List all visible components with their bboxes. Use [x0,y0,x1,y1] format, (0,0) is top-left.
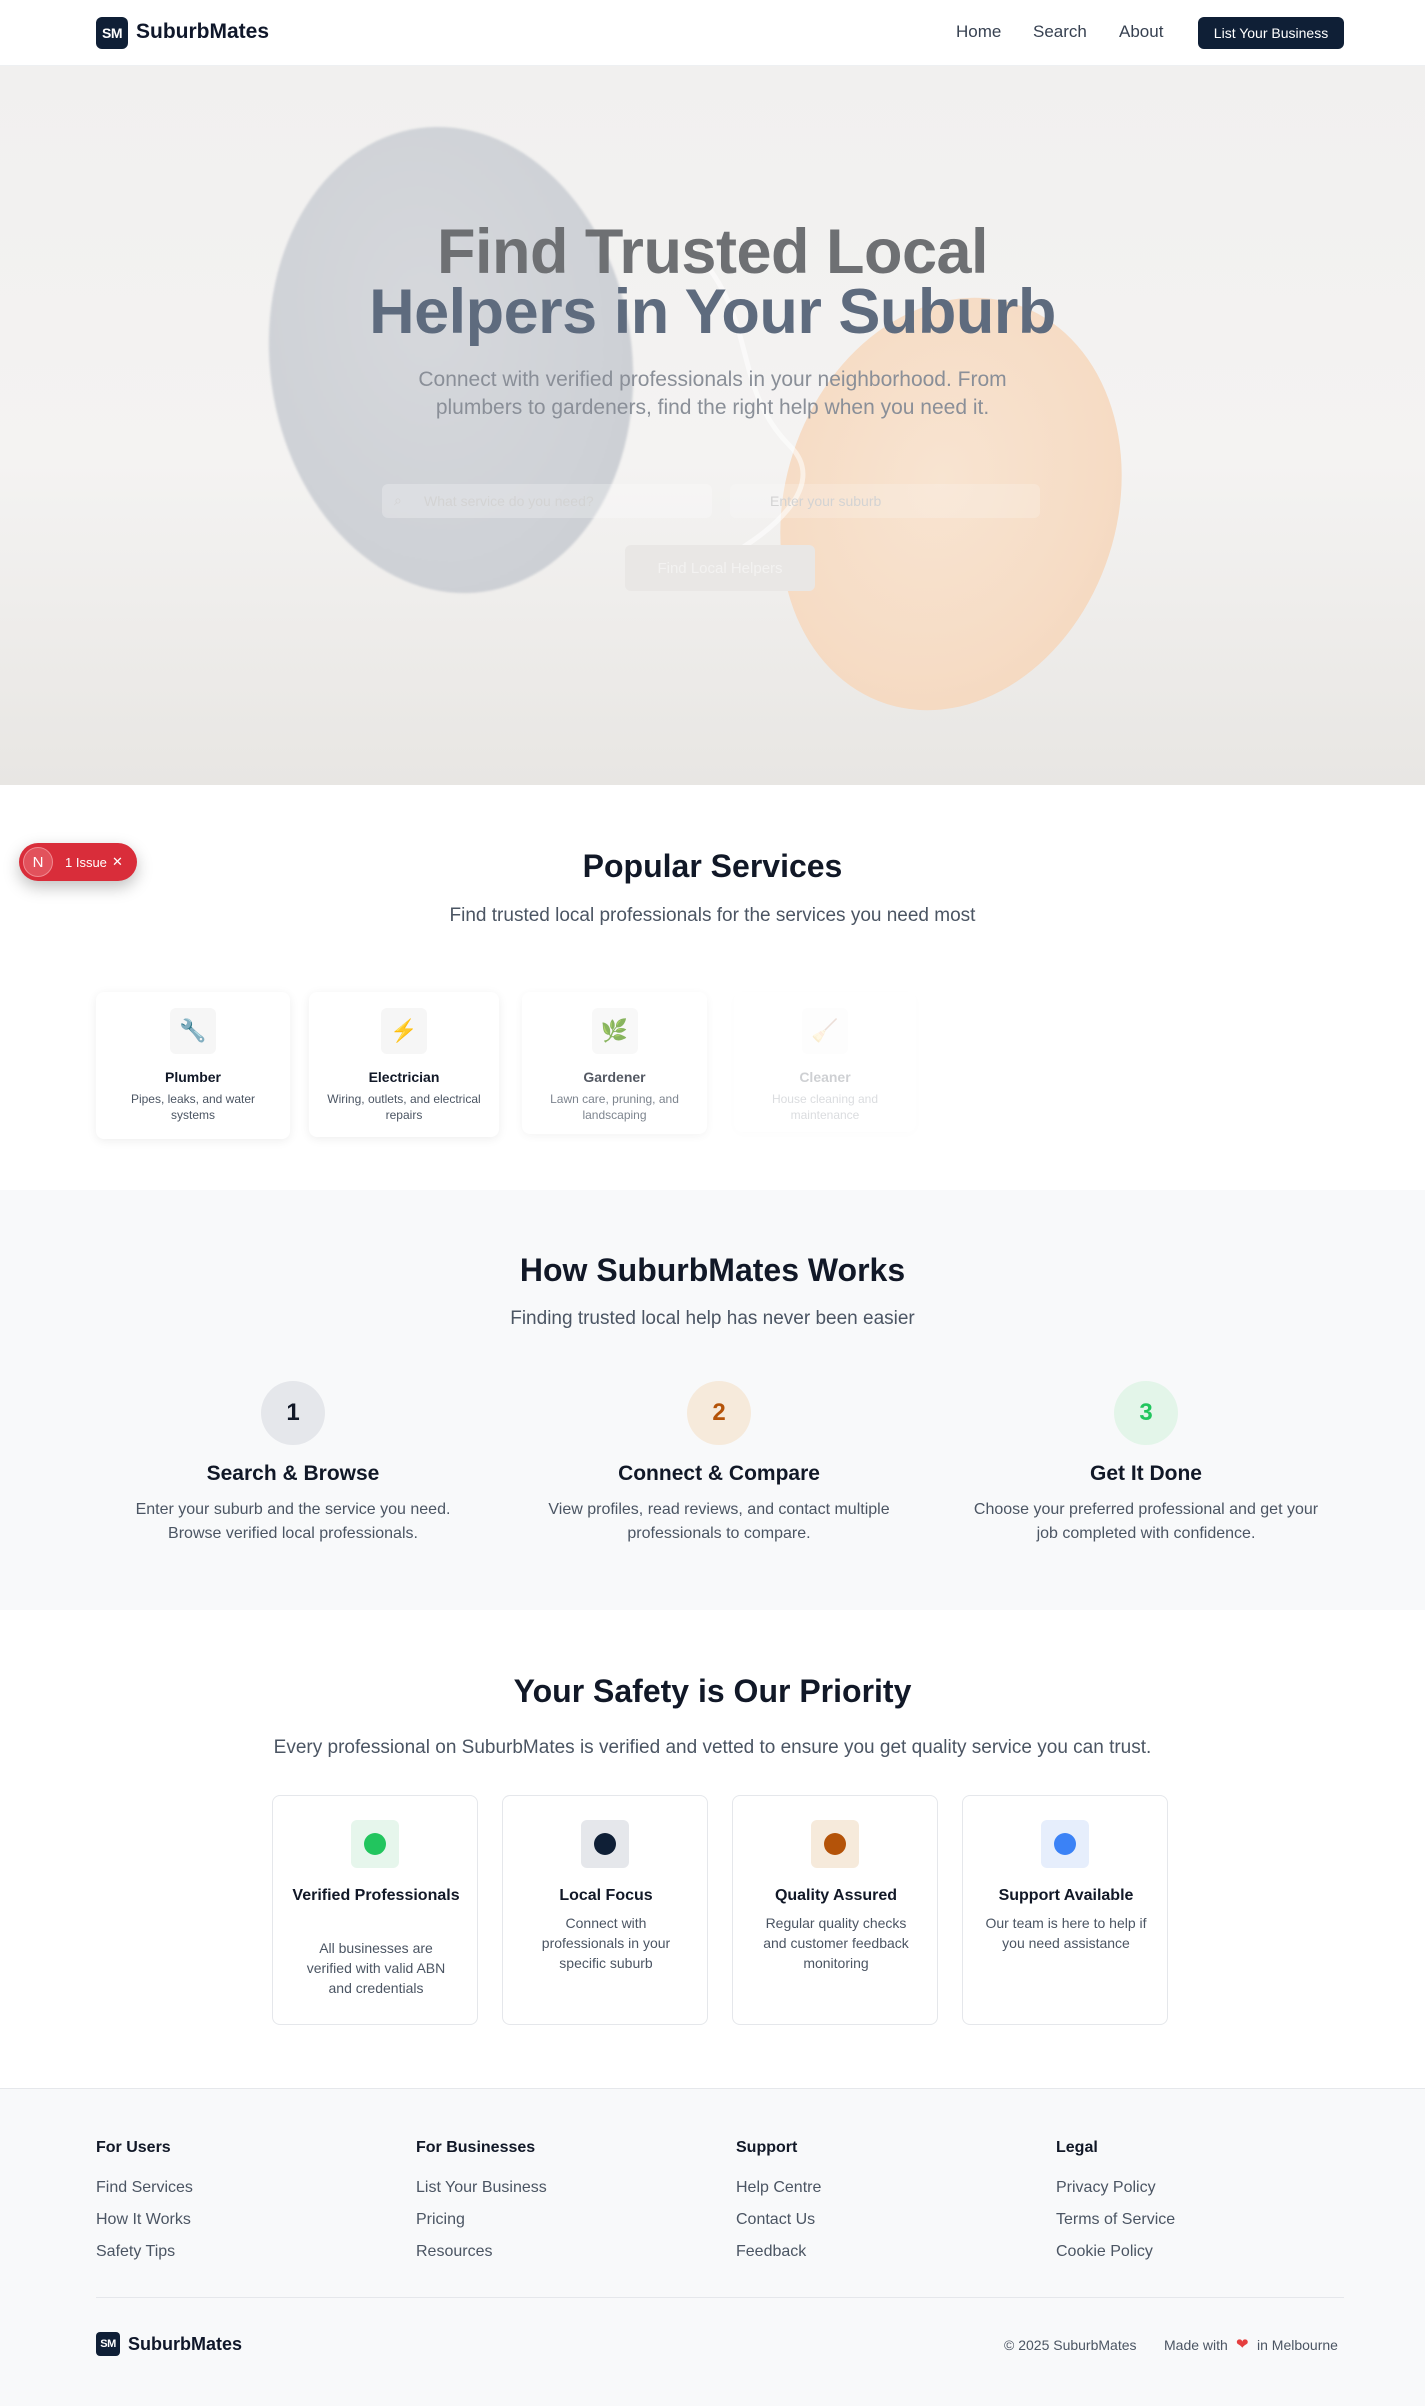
how-title: How SuburbMates Works [519,1252,906,1288]
footer-link-cookies[interactable]: Cookie Policy [1056,2243,1153,2261]
step-number-3: 3 [1114,1381,1178,1445]
lightning-icon: ⚡ [381,1008,427,1054]
search-icon: ⌕ [394,492,402,508]
hero-title-line2: Helpers in Your Suburb [369,277,1056,347]
service-name: Plumber [164,1069,221,1085]
service-desc: Pipes, leaks, and water systems [130,1092,256,1122]
safety-card-verified: Verified Professionals All businesses ar… [272,1795,478,2025]
wrench-icon: 🔧 [170,1008,216,1054]
footer-made-suffix: in Melbourne [1257,2337,1338,2353]
service-card-electrician[interactable]: ⚡ Electrician Wiring, outlets, and elect… [309,992,499,1137]
footer-heading-businesses: For Businesses [416,2139,536,2156]
find-helpers-button[interactable]: Find Local Helpers [625,545,815,591]
footer-heading-legal: Legal [1056,2139,1098,2156]
hero-subtitle-line2: plumbers to gardeners, find the right he… [435,396,990,419]
brand-name[interactable]: SuburbMates [136,20,269,44]
service-card-plumber[interactable]: 🔧 Plumber Pipes, leaks, and water system… [96,992,290,1139]
step-desc-1a: Enter your suburb and the service you ne… [135,1501,451,1518]
footer-heading-support: Support [736,2139,798,2156]
safety-card-title: Local Focus [559,1887,653,1904]
step-title-2: Connect & Compare [618,1462,820,1485]
logo-badge[interactable]: SM [96,17,128,49]
safety-title: Your Safety is Our Priority [513,1673,912,1709]
popular-title: Popular Services [582,848,843,884]
service-search-input[interactable]: ⌕ What service do you need? [382,484,712,518]
service-desc: House cleaning and maintenance [771,1092,879,1122]
step-title-1: Search & Browse [206,1462,380,1485]
safety-card-desc: Connect with professionals in your speci… [541,1915,671,1971]
safety-card-desc: Regular quality checks and customer feed… [763,1915,909,1971]
footer-link-terms[interactable]: Terms of Service [1056,2211,1175,2229]
nav-home[interactable]: Home [956,22,1001,42]
heart-icon: ❤ [1236,2336,1249,2353]
safety-card-title: Support Available [998,1887,1134,1904]
step-desc-2b: professionals to compare. [627,1525,811,1542]
footer-link-pricing[interactable]: Pricing [416,2211,465,2229]
quality-icon [811,1820,859,1868]
site-header: SM SuburbMates Home Search About List Yo… [0,0,1425,66]
safety-card-title: Quality Assured [774,1887,898,1904]
popular-subtitle: Find trusted local professionals for the… [449,905,976,926]
step-desc-1b: Browse verified local professionals. [168,1525,418,1542]
step-title-3: Get It Done [1089,1462,1202,1485]
footer-link-list-business[interactable]: List Your Business [416,2179,547,2197]
safety-card-title: Verified Professionals [292,1887,460,1904]
hero-section: Find Trusted Local Helpers in Your Subur… [0,66,1425,785]
footer-copyright: © 2025 SuburbMates [1004,2337,1137,2353]
footer-logo-badge[interactable]: SM [96,2332,120,2356]
service-card-gardener[interactable]: 🌿 Gardener Lawn care, pruning, and lands… [522,992,707,1134]
how-it-works-section: How SuburbMates Works Finding trusted lo… [0,1190,1425,1610]
hero-title-line1: Find Trusted Local [436,217,989,287]
footer-link-privacy[interactable]: Privacy Policy [1056,2179,1156,2197]
leaf-icon: 🌿 [591,1008,638,1054]
service-desc: Lawn care, pruning, and landscaping [550,1092,679,1122]
service-name: Electrician [368,1069,440,1085]
location-icon [581,1820,629,1868]
footer-made-prefix: Made with [1164,2337,1228,2353]
hero-subtitle-line1: Connect with verified professionals in y… [418,368,1007,391]
footer-link-safety-tips[interactable]: Safety Tips [96,2243,175,2261]
safety-subtitle: Every professional on SuburbMates is ver… [273,1737,1152,1758]
service-name: Gardener [583,1069,646,1085]
footer-link-how-it-works[interactable]: How It Works [96,2211,191,2229]
step-desc-3b: job completed with confidence. [1036,1525,1256,1542]
step-desc-2a: View profiles, read reviews, and contact… [548,1501,890,1518]
how-subtitle: Finding trusted local help has never bee… [510,1308,915,1329]
service-name: Cleaner [799,1069,851,1085]
footer-divider [96,2297,1344,2298]
list-business-button[interactable]: List Your Business [1198,17,1344,49]
safety-card-local: Local Focus Connect with professionals i… [502,1795,708,2025]
service-card-cleaner[interactable]: 🧹 Cleaner House cleaning and maintenance [734,992,916,1132]
step-desc-3a: Choose your preferred professional and g… [973,1501,1319,1518]
site-footer: For Users Find Services How It Works Saf… [0,2088,1425,2406]
footer-brand[interactable]: SuburbMates [128,2334,242,2355]
broom-icon: 🧹 [802,1008,848,1054]
service-desc: Wiring, outlets, and electrical repairs [327,1092,481,1122]
nav-about[interactable]: About [1119,22,1163,42]
service-placeholder: What service do you need? [424,493,594,509]
footer-link-contact[interactable]: Contact Us [736,2211,815,2229]
suburb-input[interactable]: Enter your suburb [730,484,1040,518]
step-number-2: 2 [687,1381,751,1445]
suburb-placeholder: Enter your suburb [770,493,882,509]
footer-link-resources[interactable]: Resources [416,2243,492,2261]
footer-heading-users: For Users [96,2139,171,2156]
verified-icon [351,1820,399,1868]
nav-search[interactable]: Search [1033,22,1087,42]
safety-card-desc: All businesses are verified with valid A… [306,1940,446,1996]
step-number-1: 1 [261,1381,325,1445]
footer-link-help-centre[interactable]: Help Centre [736,2179,821,2197]
safety-card-desc: Our team is here to help if you need ass… [985,1915,1147,1951]
footer-link-find-services[interactable]: Find Services [96,2179,193,2197]
footer-link-feedback[interactable]: Feedback [736,2243,806,2261]
safety-card-support: Support Available Our team is here to he… [962,1795,1168,2025]
support-icon [1041,1820,1089,1868]
safety-card-quality: Quality Assured Regular quality checks a… [732,1795,938,2025]
